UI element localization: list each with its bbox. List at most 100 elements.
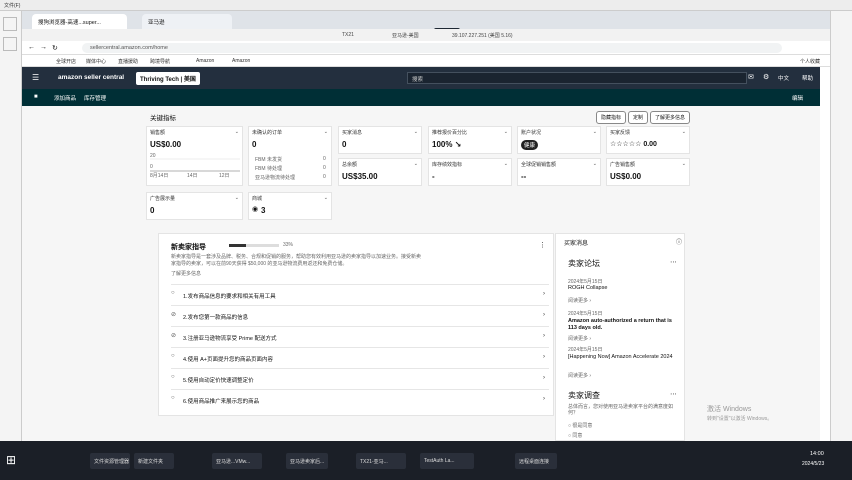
forum-more-icon[interactable]: ⋯ [670,258,677,266]
back-icon[interactable]: ← [28,44,35,51]
search-input[interactable]: 搜索 [407,72,747,84]
guide-progress-bar [229,244,279,247]
metric-card-ad-sales[interactable]: 广告销售额 ⌄ US$0.00 [606,158,690,186]
chevron-right-icon: › [543,354,545,360]
metric-card-ad-impressions[interactable]: 广告展示量 ⌄ 0 [146,192,243,220]
taskbar-item[interactable]: TestAuth La... [420,453,474,469]
bookmark-favorites[interactable]: 个人收藏 [800,58,820,65]
reload-icon[interactable]: ↻ [52,44,58,52]
survey-radio[interactable]: ○ 很是同意 [568,422,592,429]
help-link[interactable]: 帮助 [802,74,813,82]
chevron-right-icon: › [543,375,545,381]
learn-more-button[interactable]: 了解更多信息 [650,111,691,124]
guide-task[interactable]: ○ 5.使用自动定价快速调整定价 › [171,368,549,389]
chevron-right-icon: › [543,333,545,339]
metric-card-balance[interactable]: 总余额 ⌄ US$35.00 [338,158,422,186]
forum-post-title[interactable]: [Happening Now] Amazon Accelerate 2024 [568,354,678,361]
new-seller-guide: 新卖家指导 33% ⋮ 新卖家指导是一套涉及品牌、税务、合规和促销的服务，帮助您… [158,233,554,416]
survey-title: 卖家调查 [568,391,600,400]
windows-taskbar: ⊞ 文件资源管理器 新建文件夹 亚马逊...VMw... 亚马逊卖家后... T… [0,441,852,480]
bookmark-item[interactable]: Amazon [196,58,214,64]
forum-post-title[interactable]: Amazon auto-authorized a return that is … [568,318,678,332]
bookmark-star-icon[interactable]: ■ [34,94,38,100]
bookmark-item[interactable]: 全球开店 [56,58,76,65]
windows-start-icon[interactable]: ⊞ [6,453,16,467]
guide-task[interactable]: ○ 4.使用 A+页面提升您的商品页面内容 › [171,347,549,368]
metric-card-inventory-performance[interactable]: 库存绩效指标 ⌄ - [428,158,512,186]
browser-tab-strip: 搜狗浏览器-高速...super... 亚马逊 ✕ [22,11,830,40]
metric-card-feedback[interactable]: 买家反馈 ⌄ ☆☆☆☆☆ 0.00 [606,126,690,154]
metrics-title: 关键指标 [150,115,176,122]
bookmark-item[interactable]: 直播援助 [118,58,138,65]
read-more-link[interactable]: 阅读更多 › [568,297,591,304]
metric-card-global-promotions[interactable]: 全球促销销售额 ⌄ -- [517,158,601,186]
metric-card-account-health[interactable]: 账户状况 ⌄ 健康 [517,126,601,154]
read-more-link[interactable]: 阅读更多 › [568,335,591,342]
subnav-inventory[interactable]: 库存管理 [84,94,106,102]
forum-title: 卖家论坛 [568,259,600,268]
metric-card-buyer-messages[interactable]: 买家消息 ⌄ 0 [338,126,422,154]
bookmark-item[interactable]: 媒体中心 [86,58,106,65]
taskbar-item[interactable]: 亚马逊卖家后... [286,453,328,469]
seller-central-header: ☰ amazon seller central Thriving Tech | … [22,67,820,89]
address-bar: ← → ↻ sellercentral.amazon.com/home [22,41,830,55]
chevron-right-icon: › [543,312,545,318]
side-folder-icon[interactable] [3,17,17,31]
more-options-icon[interactable]: ⋮ [539,241,546,249]
subnav-edit[interactable]: 编辑 [792,94,803,102]
tray-date[interactable]: 2024/5/23 [802,461,824,467]
gear-icon[interactable]: ⚙ [763,73,769,81]
side-window-icon[interactable] [3,37,17,51]
tab-amazon[interactable]: 亚马逊 [142,14,232,29]
taskbar-item[interactable]: 远程桌面连接 [515,453,557,469]
os-top-bar: 文件(F) [0,0,852,11]
customize-button[interactable]: 定制 [628,111,649,124]
survey-radio[interactable]: ○ 同意 [568,432,582,439]
news-title: 买家消息 [564,241,589,247]
forward-icon[interactable]: → [40,44,47,51]
guide-learn-more[interactable]: 了解更多信息 [171,270,201,277]
metric-card-featured-offer[interactable]: 推荐报价百分比 ⌄ 100% ↘ [428,126,512,154]
remote-info-bar: TX21 亚马逊-美国 39.107.227.251 (美国 5.16) [22,29,830,41]
tab-sogou[interactable]: 搜狗浏览器-高速...super... [32,14,127,29]
chevron-right-icon: › [543,291,545,297]
url-field[interactable]: sellercentral.amazon.com/home [82,43,782,53]
survey-more-icon[interactable]: ⋯ [670,390,677,398]
taskbar-item[interactable]: 亚马逊...VMw... [212,453,262,469]
taskbar-item[interactable]: 文件资源管理器 [90,453,130,469]
info-icon[interactable]: ⓘ [676,237,682,246]
taskbar-item[interactable]: TX21-亚马... [356,453,406,469]
language-selector[interactable]: 中文 [778,74,789,82]
mail-icon[interactable]: ✉ [748,73,754,81]
news-panel: 买家消息 ⓘ 卖家论坛 ⋯ 2024年5月15日 ROGH Collapse 阅… [555,233,685,441]
tray-time[interactable]: 14:00 [810,451,824,457]
guide-task[interactable]: ○ 1.发布商品信息的要求和相关有用工具 › [171,284,549,305]
account-switcher[interactable]: Thriving Tech | 美国 [136,72,200,85]
guide-task-list: ○ 1.发布商品信息的要求和相关有用工具 › ⊘ 2.发布您第一款商品的信息 › ⊘ 3.… [171,284,549,414]
menu-file[interactable]: 文件(F) [4,2,20,9]
metric-card-orders[interactable]: 未确认的订单 ⌄ 0 FBM 未发货 0 FBM 待处理 0 亚马逊物流待处理 0 [248,126,332,186]
remote-host: TX21 [342,32,354,38]
chevron-right-icon: › [543,396,545,402]
bookmark-item[interactable]: 跨境导航 [150,58,170,65]
guide-task[interactable]: ⊘ 3.注册亚马逊物流享受 Prime 配送方式 › [171,326,549,347]
guide-progress-text: 33% [283,242,294,248]
seller-central-subnav: ■ 添加商品 库存管理 编辑 [22,89,820,106]
hide-metrics-button[interactable]: 隐藏指标 [596,111,627,124]
read-more-link[interactable]: 阅读更多 › [568,372,591,379]
guide-task[interactable]: ⊘ 2.发布您第一款商品的信息 › [171,305,549,326]
metric-card-sales[interactable]: 销售额 ⌄ US$0.00 8月14日 14日 12日 20 0 [146,126,243,186]
forum-post-title[interactable]: ROGH Collapse [568,285,607,291]
guide-task[interactable]: ○ 6.使用商品推广来展示您的商品 › [171,389,549,410]
taskbar-item[interactable]: 新建文件夹 [134,453,174,469]
main-content: 关键指标 隐藏指标 定制 了解更多信息 销售额 ⌄ US$0.00 8月14日 1… [22,106,820,441]
metric-card-marketplace[interactable]: 商城 ⌄ ◉ 3 [248,192,332,220]
hamburger-menu-icon[interactable]: ☰ [32,73,39,82]
bookmarks-bar: 全球开店 媒体中心 直播援助 跨境导航 Amazon Amazon 个人收藏 [22,55,830,67]
bookmark-item[interactable]: Amazon [232,58,250,64]
activate-windows-title: 激活 Windows [707,406,752,413]
subnav-add-product[interactable]: 添加商品 [54,94,76,102]
seller-central-logo[interactable]: amazon seller central [58,74,124,81]
guide-title: 新卖家指导 [171,244,206,251]
right-side-panel [830,11,852,441]
